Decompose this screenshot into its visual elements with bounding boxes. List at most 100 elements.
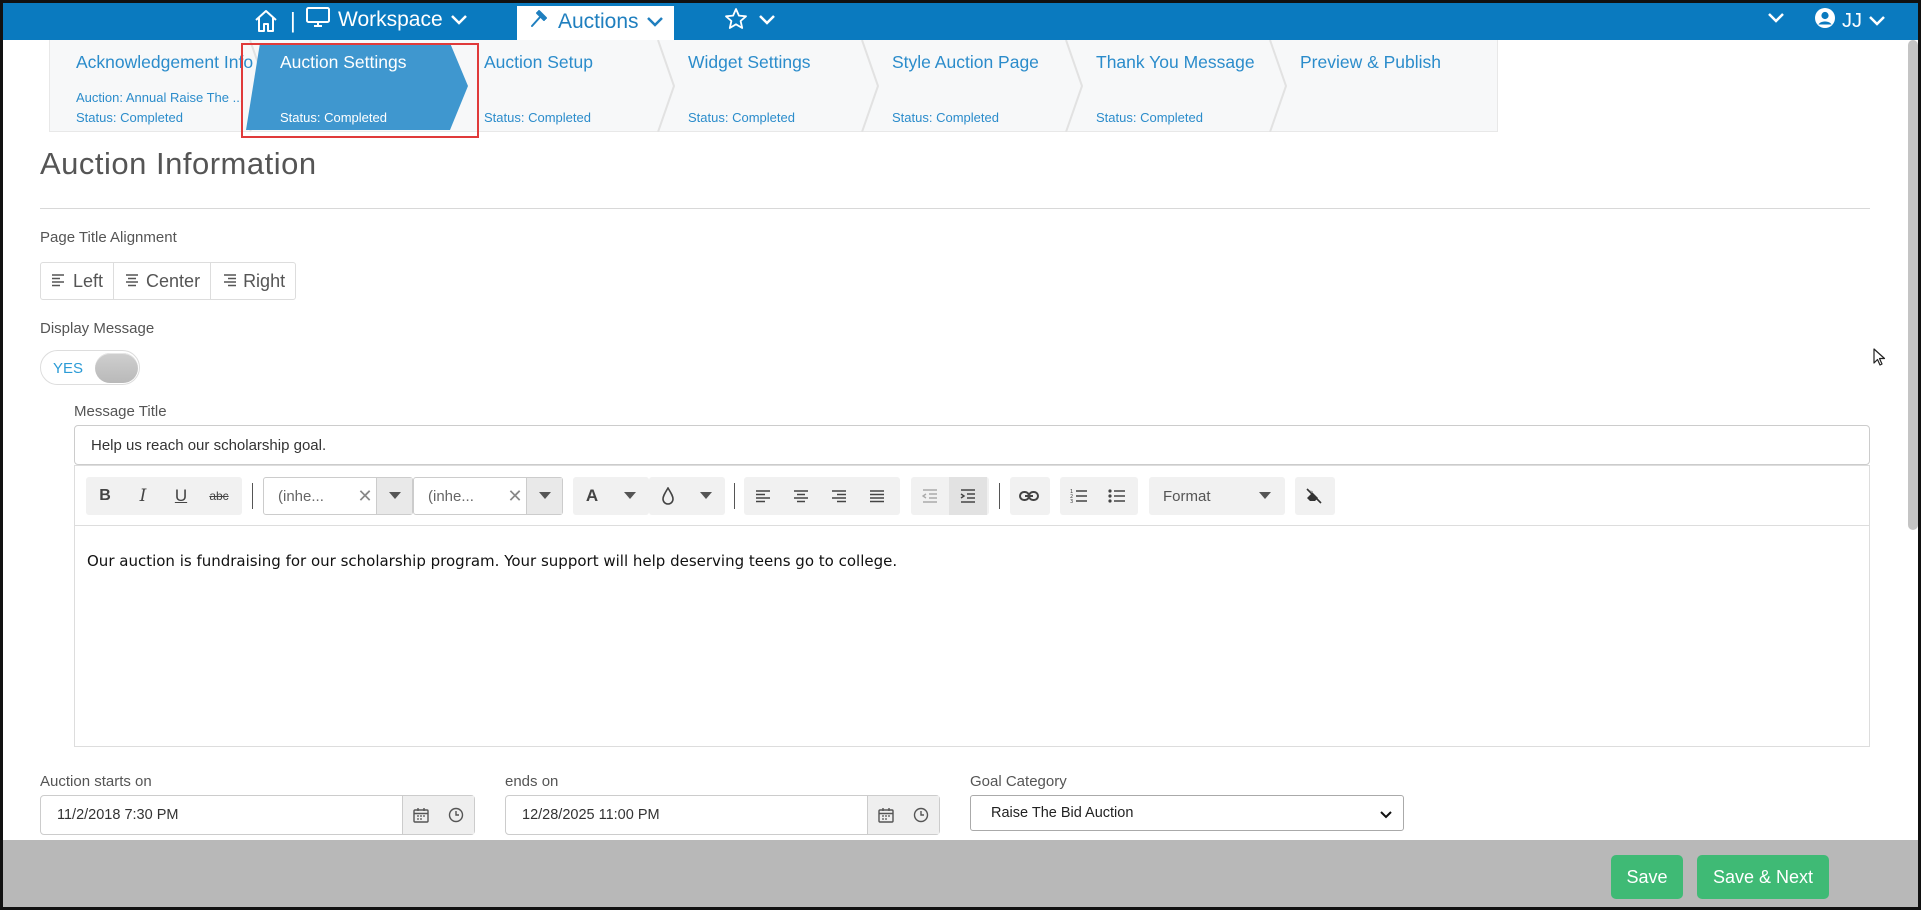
bullet-list-button[interactable]	[1098, 477, 1136, 515]
message-title-label: Message Title	[74, 403, 167, 420]
insert-link-button[interactable]	[1010, 477, 1050, 515]
chevron-down-icon	[1868, 10, 1886, 33]
toggle-knob	[95, 353, 138, 383]
user-avatar-icon	[1814, 7, 1836, 35]
toolbar-divider	[734, 483, 735, 509]
dropdown-arrow-icon	[1259, 487, 1271, 505]
justify-right-button[interactable]	[820, 477, 858, 515]
chevron-down-icon	[450, 8, 468, 32]
step-status: Status: Completed	[688, 110, 795, 125]
message-title-input[interactable]: Help us reach our scholarship goal.	[74, 425, 1870, 465]
home-icon[interactable]	[253, 9, 281, 33]
link-icon	[1010, 477, 1048, 515]
save-button[interactable]: Save	[1611, 855, 1683, 899]
step-status: Status: Completed	[1096, 110, 1203, 125]
favorites-menu[interactable]	[724, 7, 776, 36]
auction-end-input[interactable]: 12/28/2025 11:00 PM	[505, 795, 940, 835]
date-addons	[867, 796, 939, 834]
toolbar-divider	[999, 483, 1000, 509]
font-size-value: (inhe...	[428, 487, 474, 505]
indent-group	[911, 477, 989, 515]
justify-full-button[interactable]	[858, 477, 896, 515]
align-left-button[interactable]: Left	[41, 263, 115, 299]
workspace-menu[interactable]: Workspace	[305, 7, 468, 33]
toolbar-divider	[252, 483, 253, 509]
dropdown-arrow-icon[interactable]	[526, 478, 562, 514]
justify-left-button[interactable]	[744, 477, 782, 515]
goal-category-value: Raise The Bid Auction	[991, 805, 1134, 821]
step-subtitle: Auction: Annual Raise The ...	[76, 90, 244, 105]
background-color-button[interactable]	[649, 477, 725, 515]
wizard-step-thank-you-message[interactable]: Thank You Message Status: Completed	[1070, 40, 1288, 132]
bold-button[interactable]: B	[86, 477, 124, 515]
svg-text:3: 3	[1070, 499, 1073, 504]
auction-starts-label: Auction starts on	[40, 773, 152, 790]
step-title: Thank You Message	[1096, 52, 1255, 72]
auctions-label: Auctions	[558, 9, 639, 33]
font-family-value: (inhe...	[278, 487, 324, 505]
align-right-button[interactable]: Right	[211, 263, 295, 299]
start-date-value: 11/2/2018 7:30 PM	[57, 807, 179, 823]
step-title: Widget Settings	[688, 52, 811, 72]
end-date-value: 12/28/2025 11:00 PM	[522, 807, 660, 823]
wizard-step-style-auction-page[interactable]: Style Auction Page Status: Completed	[866, 40, 1084, 132]
step-title: Style Auction Page	[892, 52, 1039, 72]
workspace-label: Workspace	[338, 8, 443, 31]
wizard-step-acknowledgement-info[interactable]: Acknowledgement Info Auction: Annual Rai…	[50, 40, 268, 132]
color-drop-icon	[649, 477, 687, 515]
calendar-icon[interactable]	[868, 796, 904, 834]
font-family-select[interactable]: (inhe... ✕	[263, 477, 413, 515]
active-step-highlight	[241, 43, 479, 138]
monitor-icon	[305, 6, 331, 34]
justify-center-button[interactable]	[782, 477, 820, 515]
font-color-icon: A	[585, 486, 599, 505]
font-color-button[interactable]: A	[573, 477, 649, 515]
auction-ends-label: ends on	[505, 773, 559, 790]
goal-category-select[interactable]: Raise The Bid Auction	[970, 795, 1404, 831]
chevron-down-icon	[758, 13, 776, 31]
align-center-icon	[124, 271, 140, 292]
step-title: Acknowledgement Info	[76, 52, 254, 72]
align-center-button[interactable]: Center	[114, 263, 212, 299]
clock-icon[interactable]	[904, 796, 940, 834]
ordered-list-button[interactable]: 123	[1060, 477, 1098, 515]
wizard-step-auction-setup[interactable]: Auction Setup Status: Completed	[458, 40, 676, 132]
divider	[40, 208, 1870, 209]
display-message-toggle[interactable]: YES	[40, 350, 140, 385]
format-select[interactable]: Format	[1149, 477, 1285, 515]
editor-content[interactable]: Our auction is fundraising for our schol…	[87, 552, 897, 570]
dropdown-arrow-icon[interactable]	[376, 478, 412, 514]
page-title-alignment-label: Page Title Alignment	[40, 229, 177, 246]
italic-button[interactable]: I	[124, 477, 162, 515]
clear-icon[interactable]: ✕	[354, 486, 376, 507]
step-title: Preview & Publish	[1300, 52, 1442, 72]
align-center-label: Center	[146, 270, 201, 291]
clear-formatting-button[interactable]	[1295, 477, 1335, 515]
font-size-select[interactable]: (inhe... ✕	[413, 477, 563, 515]
date-addons	[402, 796, 474, 834]
wizard-step-preview-publish[interactable]: Preview & Publish	[1274, 40, 1478, 132]
format-label: Format	[1163, 487, 1211, 505]
indent-button[interactable]	[949, 477, 987, 515]
clock-icon[interactable]	[439, 796, 475, 834]
dropdown-arrow-icon	[687, 477, 725, 515]
chevron-down-icon	[1379, 807, 1393, 825]
calendar-icon[interactable]	[403, 796, 439, 834]
page-scrollbar[interactable]	[1908, 40, 1918, 530]
outdent-button[interactable]	[911, 477, 949, 515]
page-title: Auction Information	[40, 146, 317, 181]
save-next-button[interactable]: Save & Next	[1697, 855, 1829, 899]
strikethrough-button[interactable]: abc	[200, 477, 238, 515]
align-left-label: Left	[73, 270, 104, 291]
auction-start-input[interactable]: 11/2/2018 7:30 PM	[40, 795, 475, 835]
auctions-menu[interactable]: Auctions	[517, 3, 674, 40]
chevron-down-icon[interactable]	[1767, 11, 1785, 29]
editor-toolbar: B I U abc (inhe... ✕ (inhe... ✕ A 1 2 3 …	[75, 466, 1869, 526]
user-menu[interactable]: JJ	[1814, 7, 1886, 35]
top-navigation-bar: | Workspace Auctions JJ	[0, 0, 1921, 40]
align-right-icon	[221, 271, 237, 292]
underline-button[interactable]: U	[162, 477, 200, 515]
wizard-step-widget-settings[interactable]: Widget Settings Status: Completed	[662, 40, 880, 132]
dropdown-arrow-icon	[611, 477, 649, 515]
clear-icon[interactable]: ✕	[504, 486, 526, 507]
